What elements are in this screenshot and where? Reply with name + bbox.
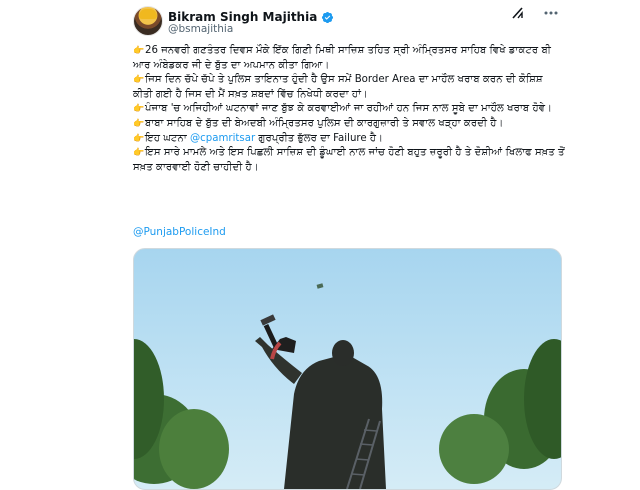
- cpamritsar-mention-link[interactable]: @cpamritsar: [190, 133, 255, 144]
- pointing-finger-icon: 👉: [133, 133, 145, 144]
- avatar-turban: [139, 9, 157, 19]
- punjab-police-mention-link[interactable]: @PunjabPoliceInd: [133, 226, 226, 238]
- tweet-paragraph: 👉ਬਾਬਾ ਸਾਹਿਬ ਦੇ ਬੁੱਤ ਦੀ ਬੇਅਦਬੀ ਅੰਮ੍ਰਿਤਸਰ …: [133, 117, 504, 129]
- author-handle[interactable]: @bsmajithia: [168, 23, 233, 35]
- pointing-finger-icon: 👉: [133, 75, 145, 86]
- avatar[interactable]: [133, 6, 163, 36]
- grok-icon[interactable]: [511, 6, 525, 23]
- tweet-paragraph: 👉ਜਿਸ ਦਿਨ ਚੱਪੇ ਚੱਪੇ ਤੇ ਪੁਲਿਸ ਤਾਇਨਾਤ ਹੁੰਦੀ…: [133, 74, 543, 100]
- tweet-paragraph: 👉26 ਜਨਵਰੀ ਗਣਤੰਤਰ ਦਿਵਸ ਮੌਕੇ ਇੱਕ ਗਿਣੀ ਮਿਥੀ…: [133, 45, 551, 71]
- pointing-finger-icon: 👉: [133, 148, 145, 159]
- tweet-media-photo[interactable]: [133, 248, 562, 490]
- tweet-paragraph: 👉ਇਸ ਸਾਰੇ ਮਾਮਲੇ ਅਤੇ ਇਸ ਪਿਛਲੀ ਸਾਜ਼ਿਸ਼ ਦੀ ਡ…: [133, 147, 565, 173]
- pointing-finger-icon: 👉: [133, 118, 145, 129]
- author-display-name[interactable]: Bikram Singh Majithia: [168, 10, 317, 24]
- more-options-icon[interactable]: [543, 6, 559, 23]
- pointing-finger-icon: 👉: [133, 46, 145, 56]
- tweet-paragraph: 👉ਇਹ ਘਟਨਾ @cpamritsar ਗੁਰਪ੍ਰੀਤ ਭੁੱਲਰ ਦਾ F…: [133, 132, 383, 144]
- verified-badge-icon: [322, 11, 334, 23]
- tweet-text: 👉26 ਜਨਵਰੀ ਗਣਤੰਤਰ ਦਿਵਸ ਮੌਕੇ ਇੱਕ ਗਿਣੀ ਮਿਥੀ…: [133, 44, 565, 175]
- pointing-finger-icon: 👉: [133, 104, 145, 115]
- tweet-card: Bikram Singh Majithia @bsmajithia 👉26 ਜਨ…: [0, 0, 640, 490]
- tweet-top-actions: [511, 6, 559, 23]
- statue-photo-illustration: [134, 283, 561, 489]
- tweet-paragraph: 👉ਪੰਜਾਬ 'ਚ ਅਜਿਹੀਆਂ ਘਟਨਾਵਾਂ ਜਾਣ ਬੁੱਝ ਕੇ ਕਰ…: [133, 103, 552, 115]
